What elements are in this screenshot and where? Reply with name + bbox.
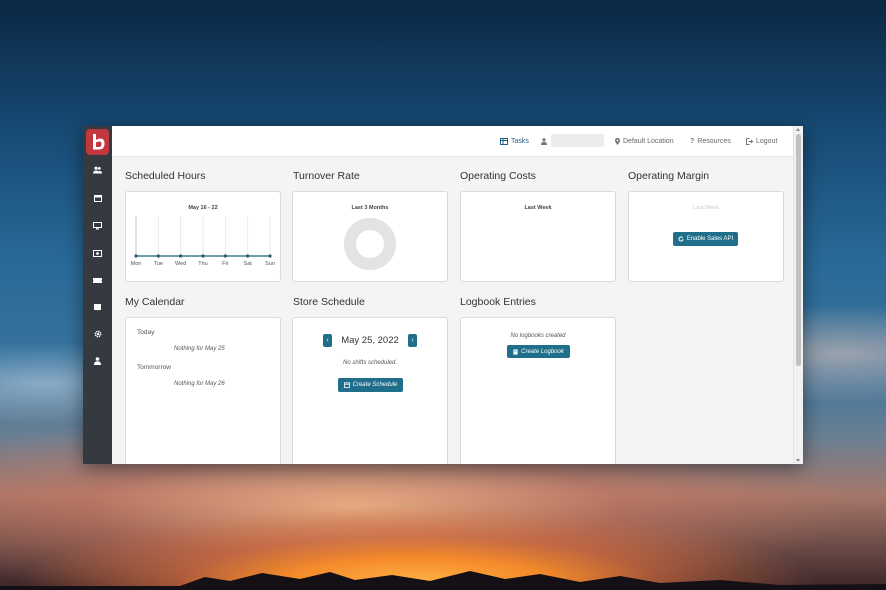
tomorrow-label: Tommorrow xyxy=(137,364,171,371)
operating-margin-card: Last Week Enable Sales API xyxy=(628,191,784,282)
costs-period: Last Week xyxy=(524,205,552,211)
my-calendar-title: My Calendar xyxy=(125,296,185,308)
page-scrollbar[interactable] xyxy=(793,126,803,464)
x-tick-label: Sat xyxy=(244,261,253,267)
logbook-card: No logbooks created Create Logbook xyxy=(460,317,616,464)
location-link[interactable]: Default Location xyxy=(615,126,674,156)
operating-margin-title: Operating Margin xyxy=(628,170,710,182)
my-calendar-card: Today Nothing for May 25 Tommorrow Nothi… xyxy=(125,317,281,464)
refresh-icon xyxy=(678,236,684,242)
create-schedule-label: Create Schedule xyxy=(352,382,398,388)
resources-label: Resources xyxy=(697,137,731,145)
next-day-button[interactable]: › xyxy=(408,334,417,347)
turnover-donut-chart xyxy=(344,218,396,270)
calendar-icon[interactable] xyxy=(83,191,112,205)
logbook-entries-title: Logbook Entries xyxy=(460,296,536,308)
x-tick-label: Thu xyxy=(198,261,207,267)
calendar-plus-icon xyxy=(343,382,350,388)
question-icon: ? xyxy=(690,137,695,145)
create-logbook-label: Create Logbook xyxy=(521,348,564,355)
turnover-rate-card: Last 3 Months xyxy=(292,191,448,282)
create-schedule-button[interactable]: Create Schedule xyxy=(338,378,403,392)
store-schedule-title: Store Schedule xyxy=(293,296,365,308)
logo-icon xyxy=(92,134,104,150)
turnover-period: Last 3 Months xyxy=(351,205,389,211)
schedule-date: May 25, 2022 xyxy=(341,335,399,346)
data-point-sat xyxy=(246,254,250,258)
turnover-rate-title: Turnover Rate xyxy=(293,170,360,182)
username-field[interactable] xyxy=(551,134,604,147)
logout-link[interactable]: Logout xyxy=(746,126,777,156)
top-navbar: Tasks Default Location ? Resources Logou… xyxy=(112,126,794,157)
store-schedule-card: ‹ May 25, 2022 › No shifts scheduled. Cr… xyxy=(292,317,448,464)
cash-icon[interactable] xyxy=(83,246,112,260)
brand-logo[interactable] xyxy=(86,129,109,155)
location-label: Default Location xyxy=(623,137,674,145)
data-point-thu xyxy=(201,254,205,258)
resources-link[interactable]: ? Resources xyxy=(690,126,731,156)
book-icon[interactable] xyxy=(83,300,112,314)
gear-icon[interactable] xyxy=(83,327,112,341)
x-tick-label: Fri xyxy=(222,261,228,267)
data-point-wed xyxy=(179,254,183,258)
app-window: Tasks Default Location ? Resources Logou… xyxy=(83,126,803,464)
operating-costs-card: Last Week xyxy=(460,191,616,282)
mountain-silhouette xyxy=(0,571,886,590)
create-logbook-button[interactable]: Create Logbook xyxy=(507,345,570,358)
user-menu[interactable] xyxy=(541,126,547,156)
no-logbooks-text: No logbooks created xyxy=(510,333,566,339)
enable-sales-api-label: Enable Sales API xyxy=(686,236,734,242)
person-icon[interactable] xyxy=(83,354,112,368)
x-tick-label: Tue xyxy=(154,261,163,267)
margin-period: Last Week xyxy=(693,205,719,211)
monitor-icon[interactable] xyxy=(83,219,112,233)
scheduled-hours-card: May 16 - 22 Mon Tue Wed Thu Fri Sat Sun xyxy=(125,191,281,282)
data-point-mon xyxy=(134,254,138,258)
x-tick-label: Wed xyxy=(175,261,186,267)
ticket-icon[interactable] xyxy=(83,273,112,287)
chevron-right-icon: › xyxy=(411,337,414,344)
today-label: Today xyxy=(137,329,155,336)
logbook-icon xyxy=(513,348,518,355)
logout-label: Logout xyxy=(756,137,778,145)
users-icon[interactable] xyxy=(83,163,112,177)
tasks-link[interactable]: Tasks xyxy=(500,126,529,156)
scheduled-hours-title: Scheduled Hours xyxy=(125,170,206,182)
scroll-up-icon[interactable] xyxy=(796,128,800,131)
enable-sales-api-button[interactable]: Enable Sales API xyxy=(673,232,738,246)
sidebar xyxy=(83,126,112,464)
data-point-fri xyxy=(223,254,227,258)
data-point-sun xyxy=(268,254,272,258)
scheduled-hours-chart: Mon Tue Wed Thu Fri Sat Sun xyxy=(131,216,275,267)
no-shifts-text: No shifts scheduled. xyxy=(342,360,398,366)
tasks-label: Tasks xyxy=(511,137,529,145)
operating-costs-title: Operating Costs xyxy=(460,170,536,182)
x-tick-label: Mon xyxy=(131,261,142,267)
x-tick-label: Sun xyxy=(265,261,275,267)
chart-date-range: May 16 - 22 xyxy=(188,205,218,211)
map-pin-icon xyxy=(615,137,620,145)
scrollbar-thumb[interactable] xyxy=(796,134,801,366)
scroll-down-icon[interactable] xyxy=(796,459,800,462)
data-point-tue xyxy=(156,254,160,258)
tasks-icon xyxy=(500,137,508,145)
user-icon xyxy=(541,137,547,145)
tomorrow-empty-text: Nothing for May 26 xyxy=(174,381,225,387)
today-empty-text: Nothing for May 25 xyxy=(174,346,225,352)
logout-icon xyxy=(746,137,753,145)
